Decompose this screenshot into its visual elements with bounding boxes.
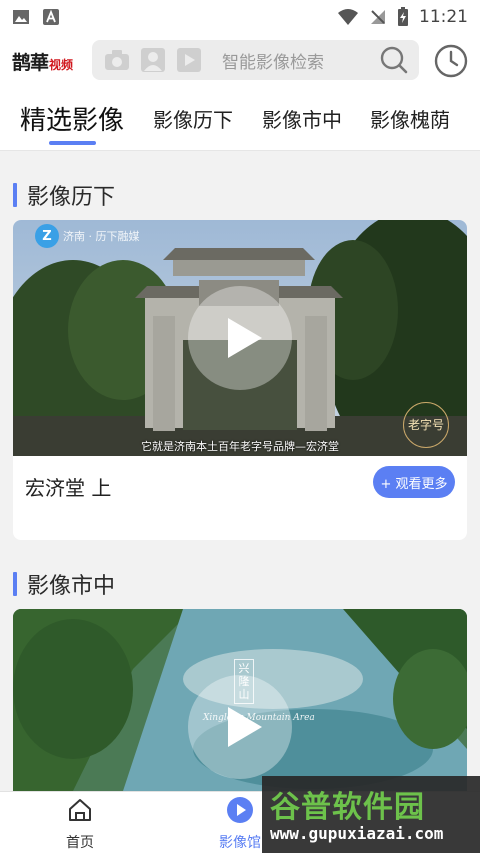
tab-featured[interactable]: 精选影像 [20, 100, 124, 137]
camera-icon[interactable] [102, 45, 132, 75]
video-card-shizhong[interactable]: 兴隆山 Xinglong Mountain Area [13, 609, 467, 791]
site-watermark-brand: 谷普软件园 [270, 790, 425, 825]
video-card-lixia[interactable]: Z 济南 · 历下融媒 老字号 它就是济南本土百年老字号品牌—宏济堂 宏济堂 上… [13, 220, 467, 540]
tab-lixia[interactable]: 影像历下 [153, 104, 233, 133]
video-thumbnail[interactable]: 兴隆山 Xinglong Mountain Area [13, 609, 467, 791]
broadcaster-watermark-text: 济南 · 历下融媒 [63, 230, 140, 243]
play-button[interactable] [188, 286, 292, 390]
category-tabs: 精选影像 影像历下 影像市中 影像槐荫 [0, 88, 480, 151]
app-header: 鹊華 视频 智能影像检索 [0, 34, 480, 88]
no-signal-icon [371, 10, 385, 24]
section-title-shizhong: 影像市中 [13, 568, 115, 600]
section-accent-bar [13, 183, 17, 207]
video-thumbnail[interactable]: Z 济南 · 历下融媒 老字号 它就是济南本土百年老字号品牌—宏济堂 [13, 220, 467, 456]
battery-charging-icon [398, 7, 408, 26]
section-title-text: 影像历下 [27, 185, 116, 210]
section-title-text: 影像市中 [27, 574, 116, 599]
history-clock-icon[interactable] [433, 43, 469, 79]
nav-home[interactable]: 首页 [40, 796, 120, 852]
video-title[interactable]: 宏济堂 上 [25, 472, 111, 501]
tab-shizhong[interactable]: 影像市中 [262, 104, 342, 133]
font-notification-icon [43, 9, 59, 25]
broadcaster-watermark: Z 济南 · 历下融媒 [35, 224, 140, 248]
tab-overflow-hint [470, 110, 480, 130]
search-box[interactable]: 智能影像检索 [92, 40, 419, 80]
tab-huaiyin[interactable]: 影像槐荫 [370, 104, 450, 133]
portrait-search-icon[interactable] [138, 45, 168, 75]
section-accent-bar [13, 572, 17, 596]
logo-main-text: 鹊華 [12, 52, 49, 74]
section-title-lixia: 影像历下 [13, 179, 115, 211]
search-icon[interactable] [379, 45, 409, 75]
play-button[interactable] [188, 675, 292, 779]
play-circle-icon [227, 797, 253, 823]
active-tab-indicator [49, 141, 96, 145]
nav-home-label: 首页 [66, 835, 94, 851]
site-watermark-url: www.gupuxiazai.com [270, 824, 444, 843]
broadcaster-logo-icon: Z [35, 224, 59, 248]
view-more-button[interactable]: + 观看更多 [373, 466, 455, 498]
wifi-icon [338, 9, 358, 25]
search-placeholder[interactable]: 智能影像检索 [222, 48, 324, 73]
status-time: 11:21 [419, 7, 468, 27]
status-bar: 11:21 [0, 0, 480, 34]
video-search-icon[interactable] [174, 45, 204, 75]
image-notification-icon [13, 10, 29, 24]
app-logo: 鹊華 视频 [12, 48, 73, 75]
home-icon [69, 799, 91, 821]
video-subtitle: 它就是济南本土百年老字号品牌—宏济堂 [141, 440, 339, 453]
site-watermark: 谷普软件园 www.gupuxiazai.com [262, 776, 480, 853]
logo-sub-text: 视频 [49, 58, 74, 72]
